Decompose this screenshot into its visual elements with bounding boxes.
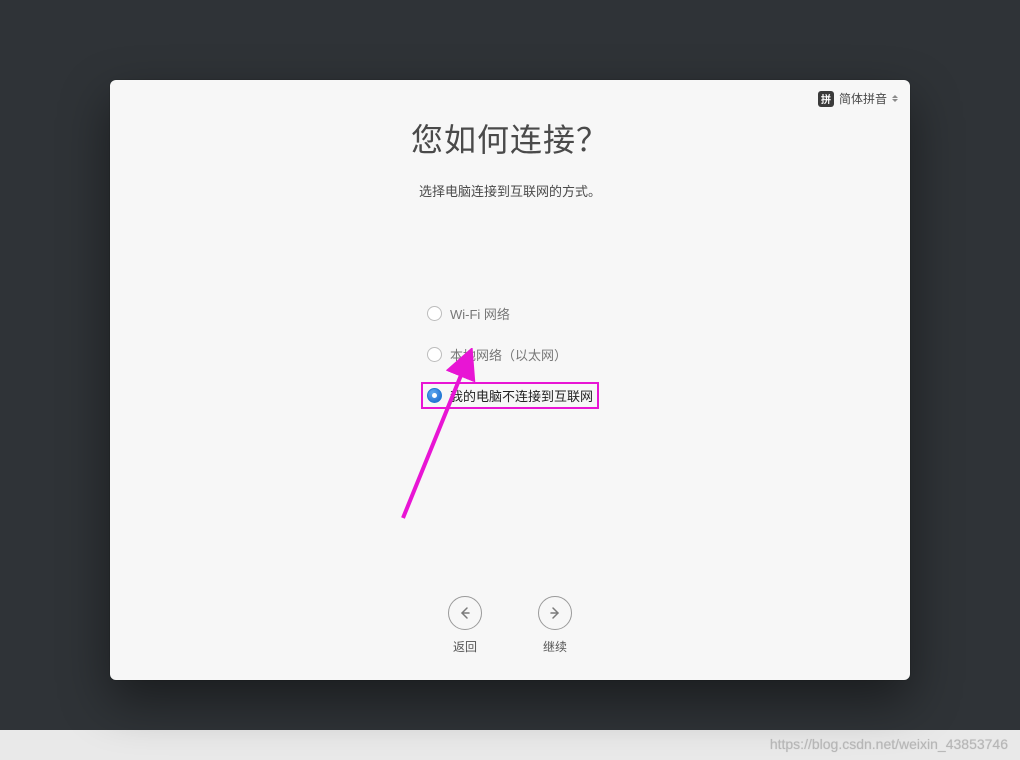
nav-label: 继续 xyxy=(543,638,567,655)
updown-chevron-icon xyxy=(892,95,898,102)
option-label: Wi-Fi 网络 xyxy=(450,304,510,323)
option-label: 我的电脑不连接到互联网 xyxy=(450,386,593,405)
setup-window: 拼 简体拼音 您如何连接？ 选择电脑连接到互联网的方式。 Wi-Fi 网络 本地… xyxy=(110,80,910,680)
radio-icon xyxy=(427,347,442,362)
option-label: 本地网络（以太网） xyxy=(450,345,567,364)
continue-button[interactable]: 继续 xyxy=(538,596,572,655)
option-no-internet[interactable]: 我的电脑不连接到互联网 xyxy=(421,382,599,409)
watermark-text: https://blog.csdn.net/weixin_43853746 xyxy=(770,736,1008,752)
ime-label: 简体拼音 xyxy=(839,90,887,107)
back-button[interactable]: 返回 xyxy=(448,596,482,655)
option-wifi[interactable]: Wi-Fi 网络 xyxy=(421,300,516,327)
page-title: 您如何连接？ xyxy=(411,115,609,161)
nav-label: 返回 xyxy=(453,638,477,655)
connection-options: Wi-Fi 网络 本地网络（以太网） 我的电脑不连接到互联网 xyxy=(421,300,599,409)
arrow-right-icon xyxy=(538,596,572,630)
radio-icon xyxy=(427,306,442,321)
ime-badge-icon: 拼 xyxy=(818,91,834,107)
option-ethernet[interactable]: 本地网络（以太网） xyxy=(421,341,573,368)
page-subtitle: 选择电脑连接到互联网的方式。 xyxy=(419,181,601,200)
nav-bar: 返回 继续 xyxy=(110,590,910,680)
input-method-indicator[interactable]: 拼 简体拼音 xyxy=(818,90,898,107)
arrow-left-icon xyxy=(448,596,482,630)
content-area: 您如何连接？ 选择电脑连接到互联网的方式。 Wi-Fi 网络 本地网络（以太网）… xyxy=(110,80,910,590)
radio-selected-icon xyxy=(427,388,442,403)
